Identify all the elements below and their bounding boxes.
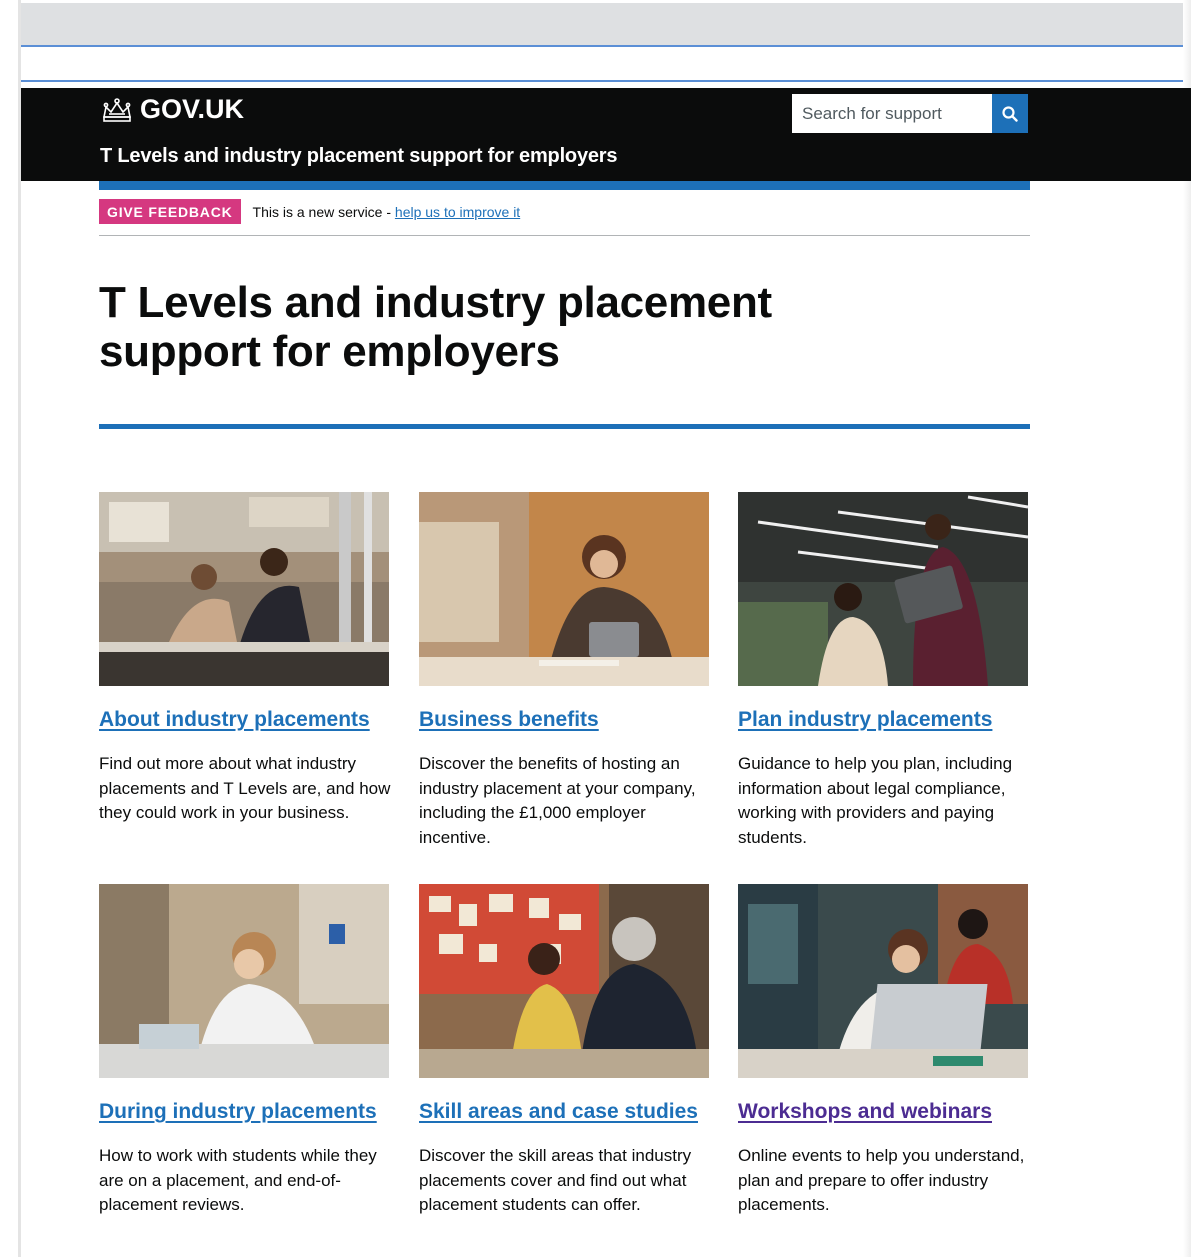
search-button[interactable] [992,94,1028,133]
govuk-header: GOV.UK T Levels and industry placement s… [21,88,1191,181]
header-accent-bar [99,181,1030,190]
divider-line [20,80,1191,82]
card-description: How to work with students while they are… [99,1146,377,1214]
card-skill-areas-and-case-studies: Skill areas and case studies Discover th… [419,884,711,1218]
page-title-line-1: T Levels and industry placement [99,278,772,327]
crown-icon [103,97,131,122]
photo-lab-student-icon [99,884,389,1078]
phase-banner-prefix: This is a new service - [252,204,395,220]
page-title-line-2: support for employers [99,327,560,376]
card-workshops-and-webinars: Workshops and webinars Online events to … [738,884,1030,1218]
card-description: Discover the skill areas that industry p… [419,1146,692,1214]
divider-line [20,45,1191,47]
photo-woman-with-tablet-icon [419,492,709,686]
photo-student-laptop-library-icon [738,884,1028,1078]
browser-toolbar [20,3,1191,46]
govuk-logo-link[interactable]: GOV.UK [100,94,244,125]
photo-office-laptop-icon [738,492,1028,686]
search-form [792,94,1028,133]
window-edge [18,0,21,1257]
photo-students-working-icon [99,492,389,686]
card-business-benefits: Business benefits Discover the benefits … [419,492,711,850]
card-during-industry-placements: During industry placements How to work w… [99,884,391,1218]
service-name-link[interactable]: T Levels and industry placement support … [100,145,618,168]
card-description: Discover the benefits of hosting an indu… [419,754,696,847]
card-title-link[interactable]: Business benefits [419,708,711,732]
card-title-link[interactable]: Workshops and webinars [738,1100,1030,1124]
search-input[interactable] [792,94,992,133]
card-title-link[interactable]: Plan industry placements [738,708,1030,732]
search-icon [1002,105,1018,122]
phase-banner-text: This is a new service - help us to impro… [253,204,521,220]
page-title: T Levels and industry placement support f… [99,278,859,376]
window-edge [1183,0,1191,1257]
card-title-link[interactable]: During industry placements [99,1100,391,1124]
phase-banner: GIVE FEEDBACK This is a new service - he… [99,199,1030,236]
title-divider [99,424,1030,429]
card-title-link[interactable]: Skill areas and case studies [419,1100,711,1124]
card-description: Online events to help you understand, pl… [738,1146,1025,1214]
logo-text: GOV.UK [140,94,245,124]
photo-classroom-discussion-icon [419,884,709,1078]
card-plan-industry-placements: Plan industry placements Guidance to hel… [738,492,1030,850]
card-about-industry-placements: About industry placements Find out more … [99,492,391,826]
card-description: Find out more about what industry placem… [99,754,391,822]
card-title-link[interactable]: About industry placements [99,708,391,732]
feedback-tag: GIVE FEEDBACK [99,199,241,224]
card-description: Guidance to help you plan, including inf… [738,754,1013,847]
feedback-link[interactable]: help us to improve it [395,204,520,220]
